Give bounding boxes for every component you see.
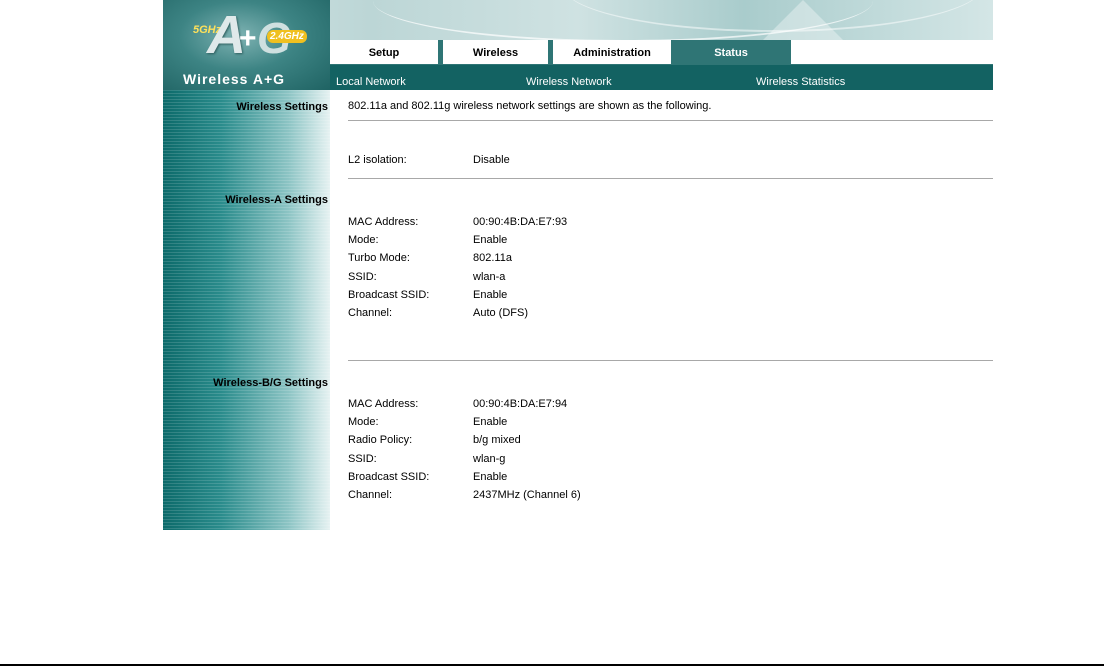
field-value: 2437MHz (Channel 6)	[473, 489, 581, 501]
field-value: wlan-g	[473, 453, 506, 465]
tab-setup[interactable]: Setup	[330, 40, 438, 64]
field-label: Mode:	[348, 234, 379, 246]
subnav-wireless-statistics[interactable]: Wireless Statistics	[756, 76, 845, 88]
field-label: SSID:	[348, 453, 377, 465]
field-value: 00:90:4B:DA:E7:93	[473, 216, 568, 228]
product-logo: 5GHz A + G 2.4GHz Wireless A+G	[163, 0, 330, 90]
logo-plus: +	[239, 22, 257, 55]
field-value: Auto (DFS)	[473, 307, 529, 319]
field-value: Enable	[473, 289, 508, 301]
field-label: L2 isolation:	[348, 154, 407, 166]
subnav-local-network[interactable]: Local Network	[336, 76, 406, 88]
field-label: Channel:	[348, 489, 393, 501]
tab-bar-filler	[791, 40, 993, 64]
field-value: Disable	[473, 154, 510, 166]
intro-text: 802.11a and 802.11g wireless network set…	[348, 100, 712, 112]
tab-status[interactable]: Status	[676, 40, 786, 64]
banner-light-beam	[763, 0, 843, 40]
content-panel: 802.11a and 802.11g wireless network set…	[330, 90, 993, 530]
field-label: Turbo Mode:	[348, 252, 410, 264]
tab-wireless[interactable]: Wireless	[443, 40, 548, 64]
field-value: 802.11a	[473, 252, 512, 264]
section-wireless-settings: Wireless Settings	[236, 101, 328, 113]
logo-product-name: Wireless A+G	[183, 71, 286, 87]
field-label: Broadcast SSID:	[348, 471, 430, 483]
divider	[348, 178, 993, 179]
section-label-column: Wireless Settings Wireless-A Settings Wi…	[163, 90, 330, 530]
field-value: Enable	[473, 416, 508, 428]
subnav-wireless-network[interactable]: Wireless Network	[526, 76, 612, 88]
sub-navigation: Local Network Wireless Network Wireless …	[330, 65, 993, 90]
section-wireless-bg-settings: Wireless-B/G Settings	[213, 377, 328, 389]
logo-24ghz-badge: 2.4GHz	[267, 30, 307, 43]
main-tab-bar: Setup Wireless Administration Status	[330, 40, 993, 65]
field-label: MAC Address:	[348, 398, 419, 410]
field-label: MAC Address:	[348, 216, 419, 228]
field-label: Broadcast SSID:	[348, 289, 430, 301]
field-value: Enable	[473, 471, 508, 483]
field-label: Radio Policy:	[348, 434, 413, 446]
field-value: wlan-a	[473, 271, 506, 283]
field-label: Channel:	[348, 307, 393, 319]
tab-administration[interactable]: Administration	[553, 40, 671, 64]
field-value: Enable	[473, 234, 508, 246]
field-value: 00:90:4B:DA:E7:94	[473, 398, 568, 410]
field-label: SSID:	[348, 271, 377, 283]
field-label: Mode:	[348, 416, 379, 428]
page-bottom-rule	[0, 664, 1104, 666]
divider	[348, 360, 993, 361]
section-wireless-a-settings: Wireless-A Settings	[225, 194, 328, 206]
field-value: b/g mixed	[473, 434, 521, 446]
divider	[348, 120, 993, 121]
router-status-page: 5GHz A + G 2.4GHz Wireless A+G Setup Wir…	[163, 0, 993, 530]
